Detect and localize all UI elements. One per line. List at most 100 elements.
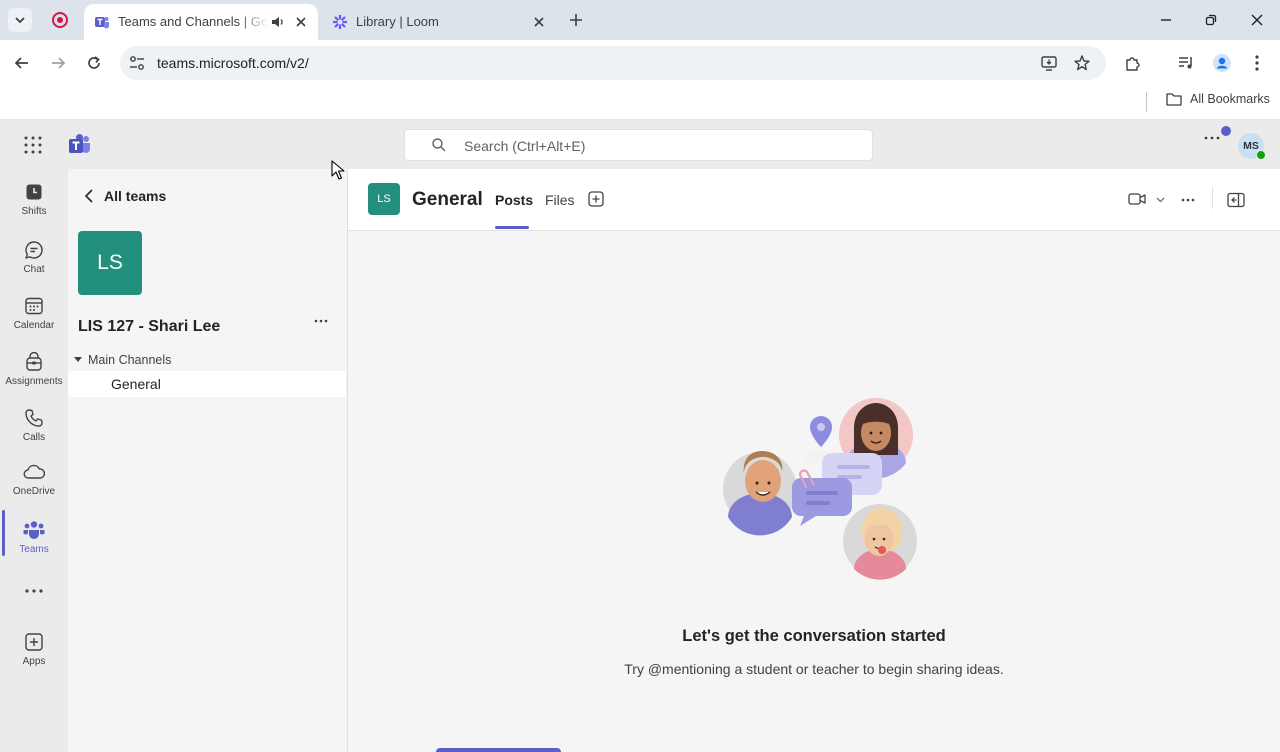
close-icon — [534, 17, 544, 27]
calls-icon — [25, 409, 43, 427]
presence-available-badge — [1256, 150, 1266, 160]
back-button[interactable] — [10, 51, 34, 75]
team-panel: All teams LS LIS 127 - Shari Lee Main Ch… — [68, 169, 348, 752]
channel-header: LS General Posts Files — [348, 169, 1280, 231]
search-icon — [432, 138, 446, 152]
folder-icon — [1166, 93, 1182, 106]
team-name: LIS 127 - Shari Lee — [78, 318, 221, 335]
close-tab-button[interactable] — [530, 13, 548, 31]
arrow-left-icon — [14, 57, 28, 69]
search-input[interactable]: Search (Ctrl+Alt+E) — [404, 129, 873, 161]
app-launcher-icon[interactable] — [24, 136, 42, 154]
channel-label: General — [111, 376, 161, 392]
bookmarks-bar: All Bookmarks — [0, 86, 1280, 120]
start-post-button[interactable] — [436, 748, 561, 752]
more-horizontal-icon — [25, 589, 43, 593]
channel-info-panel-icon[interactable] — [1227, 192, 1245, 208]
recording-icon[interactable] — [52, 12, 68, 28]
rail-item-calendar[interactable]: Calendar — [0, 291, 68, 345]
browser-tab-teams[interactable]: Teams and Channels | General | LIS 127 — [84, 4, 318, 40]
plus-icon — [570, 14, 582, 26]
bookmark-star-icon[interactable] — [1073, 54, 1091, 72]
bookmarks-divider — [1146, 92, 1147, 112]
close-tab-button[interactable] — [292, 13, 310, 31]
caret-down-icon — [74, 357, 82, 362]
rail-item-calls[interactable]: Calls — [0, 403, 68, 457]
site-info-icon[interactable] — [128, 54, 146, 72]
all-teams-label: All teams — [104, 188, 167, 204]
browser-tab-title: Library | Loom — [356, 14, 439, 29]
section-label: Main Channels — [88, 353, 172, 367]
rail-item-label: OneDrive — [12, 486, 56, 497]
teams-header: Search (Ctrl+Alt+E) MS — [0, 120, 1280, 169]
app-rail: Shifts Chat Calendar Assignments Calls O… — [0, 169, 68, 752]
meet-video-icon[interactable] — [1128, 192, 1146, 206]
apps-add-icon — [25, 633, 43, 651]
restore-button[interactable] — [1201, 10, 1221, 30]
new-tab-button[interactable] — [566, 10, 586, 30]
profile-icon — [1213, 54, 1231, 72]
tab-search-button[interactable] — [8, 8, 32, 32]
browser-toolbar: teams.microsoft.com/v2/ — [0, 40, 1280, 86]
close-window-button[interactable] — [1247, 10, 1267, 30]
close-icon — [296, 17, 306, 27]
install-app-icon[interactable] — [1040, 54, 1058, 72]
teams-logo-icon — [69, 134, 90, 153]
rail-item-chat[interactable]: Chat — [0, 235, 68, 289]
rail-item-label: Assignments — [5, 376, 63, 387]
minimize-button[interactable] — [1156, 10, 1176, 30]
rail-item-teams[interactable]: Teams — [0, 515, 68, 569]
tab-posts[interactable]: Posts — [495, 192, 533, 208]
calendar-icon — [25, 297, 43, 315]
empty-state-subtitle: Try @mentioning a student or teacher to … — [624, 661, 1004, 677]
rail-item-label: Calendar — [13, 320, 55, 331]
speaker-icon[interactable] — [270, 14, 286, 30]
chevron-down-icon — [15, 17, 25, 24]
channel-title: General — [412, 189, 483, 210]
rail-item-label: Shifts — [21, 206, 47, 217]
rail-item-assignments[interactable]: Assignments — [0, 347, 68, 401]
rail-item-onedrive[interactable]: OneDrive — [0, 457, 68, 511]
browser-tab-loom[interactable]: Library | Loom — [322, 4, 556, 40]
reload-button[interactable] — [82, 51, 106, 75]
browser-tabstrip: Teams and Channels | General | LIS 127 L… — [0, 0, 1280, 40]
chevron-left-icon — [84, 189, 93, 203]
main-channels-section-toggle[interactable]: Main Channels — [74, 353, 171, 367]
browser-menu-button[interactable] — [1246, 52, 1268, 74]
media-queue-icon — [1179, 57, 1192, 69]
empty-state-title: Let's get the conversation started — [682, 627, 946, 645]
url-text[interactable]: teams.microsoft.com/v2/ — [157, 55, 309, 71]
add-tab-icon[interactable] — [588, 191, 604, 207]
kebab-menu-icon — [1255, 55, 1259, 71]
chevron-down-icon[interactable] — [1156, 197, 1165, 203]
all-teams-back-button[interactable]: All teams — [84, 185, 166, 207]
media-control-button[interactable] — [1175, 52, 1197, 74]
rail-item-shifts[interactable]: Shifts — [0, 177, 68, 231]
rail-item-label: Apps — [22, 656, 46, 667]
assignments-icon — [26, 352, 42, 371]
arrow-right-icon — [52, 57, 66, 69]
rail-item-label: Teams — [19, 544, 49, 555]
extensions-button[interactable] — [1122, 52, 1144, 74]
profile-button[interactable] — [1211, 52, 1233, 74]
tab-files[interactable]: Files — [545, 192, 575, 208]
address-bar[interactable]: teams.microsoft.com/v2/ — [120, 46, 1106, 80]
all-bookmarks-button[interactable]: All Bookmarks — [1166, 92, 1270, 106]
onedrive-icon — [23, 464, 45, 479]
forward-button[interactable] — [46, 51, 70, 75]
teams-favicon-icon — [95, 17, 109, 29]
channel-more-options-icon[interactable] — [1181, 198, 1195, 202]
rail-more-apps-button[interactable] — [0, 579, 68, 599]
rail-item-label: Calls — [22, 432, 46, 443]
channel-item-general[interactable]: General — [68, 371, 346, 397]
close-icon — [1251, 14, 1263, 26]
rail-item-label: Chat — [23, 264, 45, 275]
team-more-options-icon[interactable] — [314, 319, 328, 323]
puzzle-icon — [1126, 57, 1140, 71]
selected-tab-indicator — [495, 226, 529, 229]
team-avatar: LS — [78, 231, 142, 295]
header-divider — [1212, 187, 1213, 209]
restore-icon — [1205, 14, 1217, 26]
more-options-icon[interactable] — [1204, 136, 1220, 140]
rail-item-apps[interactable]: Apps — [0, 627, 68, 681]
